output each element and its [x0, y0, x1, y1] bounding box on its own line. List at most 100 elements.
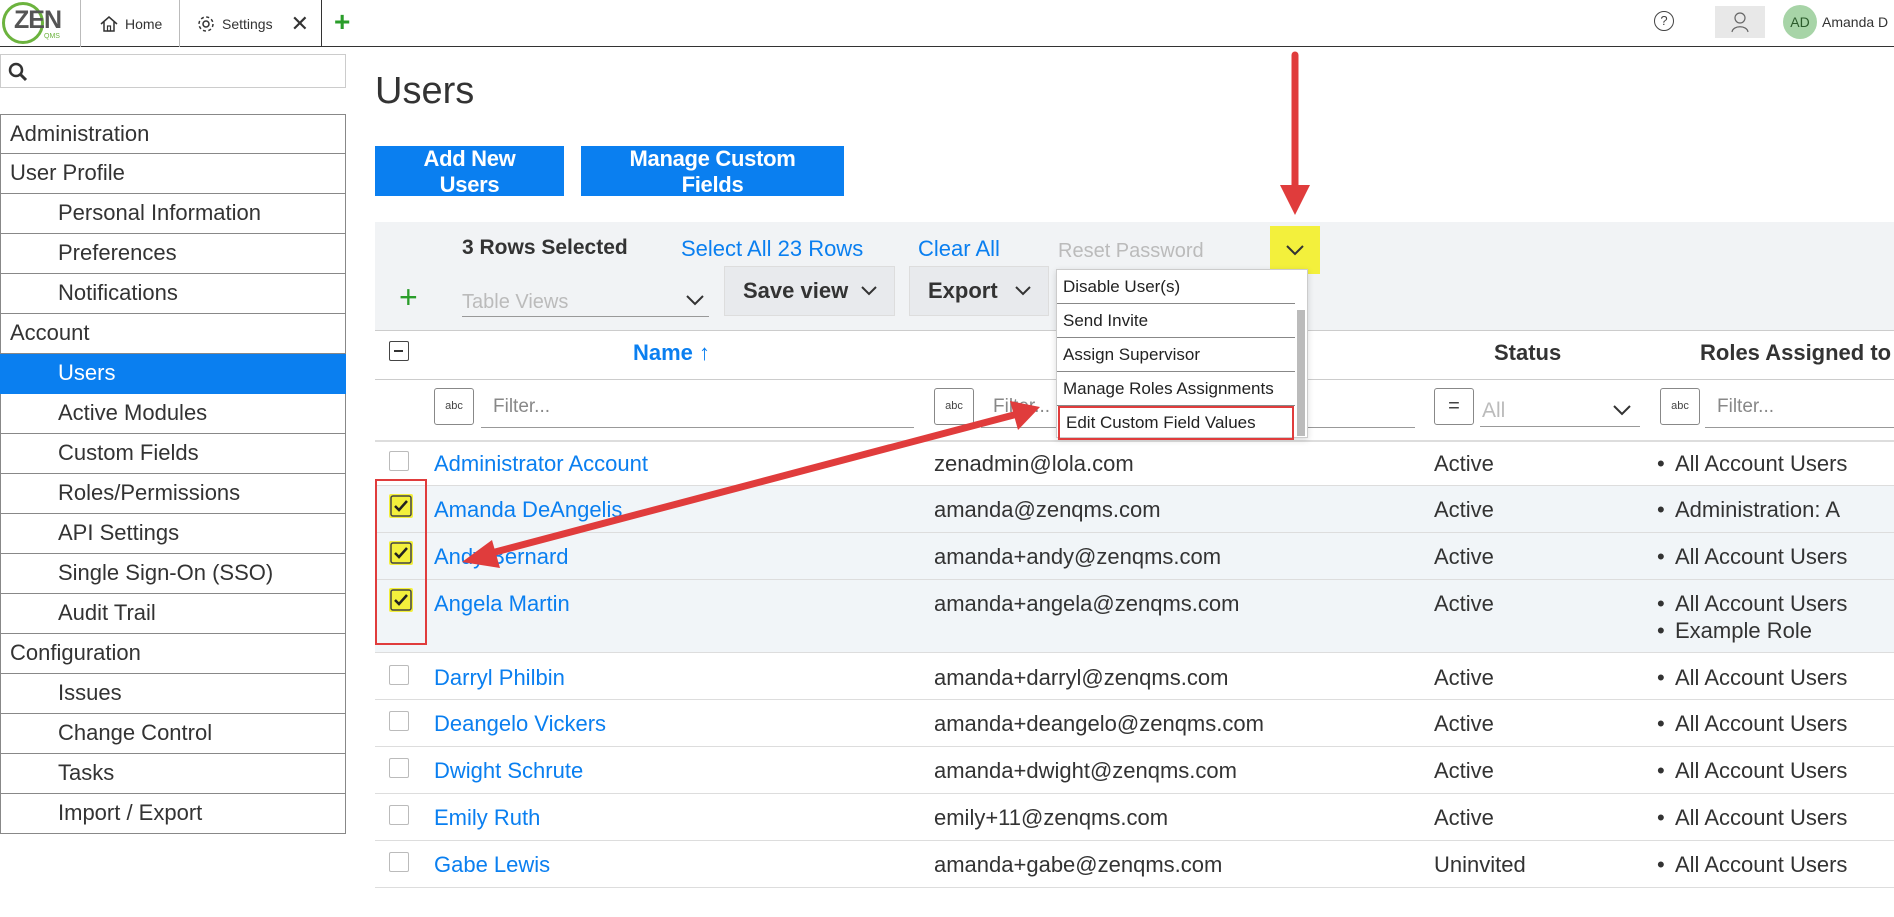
add-new-users-button[interactable]: Add New Users — [375, 146, 564, 197]
row-checkbox[interactable] — [389, 852, 409, 872]
sidebar-search — [0, 54, 346, 88]
user-role: All Account Users — [1657, 758, 1847, 784]
user-role: All Account Users — [1657, 665, 1847, 691]
save-view-label: Save view — [743, 278, 849, 303]
close-icon[interactable]: ✕ — [291, 11, 309, 37]
user-email: amanda@zenqms.com — [934, 497, 1161, 522]
column-header-name[interactable]: Name ↑ — [633, 340, 710, 366]
sidebar-item-active-modules[interactable]: Active Modules — [0, 394, 346, 434]
select-all-rows-link[interactable]: Select All 23 Rows — [681, 236, 863, 262]
sidebar-item-administration[interactable]: Administration — [0, 114, 346, 154]
user-name-link[interactable]: Angela Martin — [434, 591, 570, 617]
home-icon — [100, 15, 118, 32]
table-views-select[interactable]: Table Views — [462, 287, 709, 317]
user-name-link[interactable]: Darryl Philbin — [434, 665, 565, 691]
manage-custom-fields-button[interactable]: Manage Custom Fields — [581, 146, 844, 197]
sidebar-item-configuration[interactable]: Configuration — [0, 634, 346, 674]
user-name-link[interactable]: Deangelo Vickers — [434, 711, 606, 737]
user-status: Uninvited — [1434, 852, 1526, 877]
sidebar-item-import-export[interactable]: Import / Export — [0, 794, 346, 834]
sidebar-item-user-profile[interactable]: User Profile — [0, 154, 346, 194]
sidebar-item-account[interactable]: Account — [0, 314, 346, 354]
user-status: Active — [1434, 805, 1494, 830]
user-name-link[interactable]: Dwight Schrute — [434, 758, 583, 784]
row-checkbox[interactable] — [389, 758, 409, 778]
user-name-link[interactable]: Andy Bernard — [434, 544, 569, 570]
status-filter-select[interactable]: All — [1480, 395, 1640, 427]
roles-filter-input[interactable]: Filter... — [1705, 388, 1894, 428]
user-email: amanda+darryl@zenqms.com — [934, 665, 1229, 690]
row-checkbox[interactable] — [389, 451, 409, 471]
sidebar-item-issues[interactable]: Issues — [0, 674, 346, 714]
tab-settings[interactable]: Settings ✕ — [180, 0, 322, 47]
user-role: All Account Users — [1657, 852, 1847, 878]
tab-home[interactable]: Home — [80, 0, 180, 47]
column-header-status[interactable]: Status — [1494, 340, 1561, 366]
sidebar-item-roles-permissions[interactable]: Roles/Permissions — [0, 474, 346, 514]
menu-scrollbar[interactable] — [1297, 310, 1305, 436]
row-checkbox[interactable] — [389, 805, 409, 825]
user-status: Active — [1434, 591, 1494, 616]
sidebar-item-change-control[interactable]: Change Control — [0, 714, 346, 754]
bulk-action-menu: Disable User(s) Send Invite Assign Super… — [1056, 269, 1308, 440]
sidebar-item-notifications[interactable]: Notifications — [0, 274, 346, 314]
user-email: amanda+gabe@zenqms.com — [934, 852, 1223, 877]
page-title: Users — [375, 70, 475, 112]
user-name-link[interactable]: Amanda DeAngelis — [434, 497, 622, 523]
search-input[interactable] — [35, 59, 335, 83]
user-role: All Account Users — [1657, 451, 1847, 477]
help-icon[interactable]: ? — [1654, 11, 1674, 31]
equals-filter-icon[interactable]: = — [1434, 388, 1474, 425]
add-tab-button[interactable]: + — [334, 6, 350, 38]
user-name-link[interactable]: Administrator Account — [434, 451, 648, 477]
bulk-action-dropdown-toggle[interactable] — [1270, 226, 1320, 274]
text-filter-icon[interactable]: abc — [434, 388, 474, 425]
row-checkbox[interactable] — [389, 711, 409, 731]
text-filter-icon[interactable]: abc — [1660, 388, 1700, 425]
user-status: Active — [1434, 758, 1494, 783]
add-view-button[interactable]: + — [399, 279, 418, 316]
selected-rows-highlight — [375, 479, 427, 645]
save-view-button[interactable]: Save view — [724, 266, 895, 316]
tab-home-label: Home — [125, 15, 163, 32]
avatar[interactable]: AD — [1783, 5, 1817, 39]
company-avatar-icon[interactable] — [1715, 6, 1765, 38]
select-all-checkbox[interactable] — [389, 341, 409, 361]
user-status: Active — [1434, 665, 1494, 690]
user-status: Active — [1434, 451, 1494, 476]
user-name-link[interactable]: Emily Ruth — [434, 805, 540, 831]
menu-item-assign-supervisor[interactable]: Assign Supervisor — [1057, 338, 1295, 372]
user-email: amanda+angela@zenqms.com — [934, 591, 1240, 616]
sidebar-item-sso[interactable]: Single Sign-On (SSO) — [0, 554, 346, 594]
sidebar-item-tasks[interactable]: Tasks — [0, 754, 346, 794]
user-role: All Account Users — [1657, 591, 1847, 617]
column-header-roles[interactable]: Roles Assigned to — [1700, 340, 1891, 366]
chevron-down-icon — [1613, 405, 1631, 416]
user-name-link[interactable]: Gabe Lewis — [434, 852, 550, 878]
menu-item-send-invite[interactable]: Send Invite — [1057, 304, 1295, 338]
export-label: Export — [928, 278, 998, 303]
search-icon — [8, 62, 28, 82]
zenqms-logo[interactable]: ZEN QMS — [2, 2, 80, 46]
row-checkbox[interactable] — [389, 665, 409, 685]
sidebar-item-preferences[interactable]: Preferences — [0, 234, 346, 274]
user-name[interactable]: Amanda D — [1822, 14, 1888, 30]
text-filter-icon[interactable]: abc — [934, 388, 974, 425]
sidebar-item-audit-trail[interactable]: Audit Trail — [0, 594, 346, 634]
user-role: Example Role — [1657, 618, 1812, 644]
menu-item-edit-custom-field-values[interactable]: Edit Custom Field Values — [1058, 406, 1294, 440]
name-filter-input[interactable]: Filter... — [481, 388, 914, 428]
sidebar-item-custom-fields[interactable]: Custom Fields — [0, 434, 346, 474]
user-role: Administration: A — [1657, 497, 1840, 523]
menu-item-disable-users[interactable]: Disable User(s) — [1057, 270, 1295, 304]
bulk-action-select[interactable]: Reset Password — [1058, 240, 1204, 263]
down-arrow-annotation — [1280, 51, 1310, 215]
menu-item-manage-roles[interactable]: Manage Roles Assignments — [1057, 372, 1295, 406]
clear-all-link[interactable]: Clear All — [918, 236, 1000, 262]
status-filter-placeholder: All — [1482, 399, 1506, 422]
user-email: emily+11@zenqms.com — [934, 805, 1169, 830]
sidebar-item-api-settings[interactable]: API Settings — [0, 514, 346, 554]
sidebar-item-personal-information[interactable]: Personal Information — [0, 194, 346, 234]
export-button[interactable]: Export — [909, 266, 1049, 316]
sidebar-item-users[interactable]: Users — [0, 354, 346, 394]
